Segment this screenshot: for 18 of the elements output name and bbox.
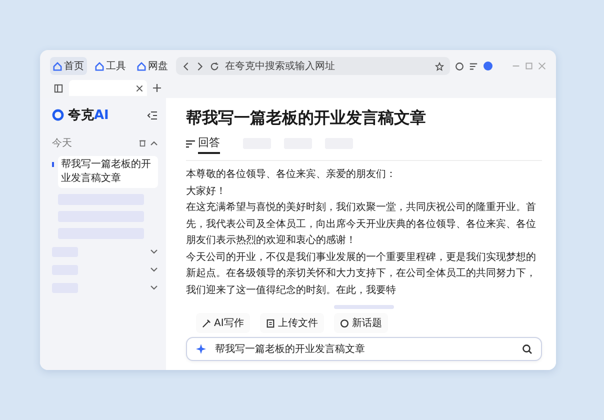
answer-paragraph: 大家好！ — [186, 184, 227, 198]
address-bar[interactable]: 在夸克中搜索或输入网址 — [176, 57, 450, 75]
history-item[interactable]: 帮我写一篇老板的开业发言稿文章 — [58, 156, 158, 188]
answer-tab[interactable]: 回答 — [198, 133, 220, 154]
nav-tab[interactable]: 首页 — [50, 57, 87, 75]
section-label: 今天 — [52, 137, 72, 150]
page-title: 帮我写一篇老板的开业发言稿文章 — [186, 108, 427, 129]
action-button[interactable]: AI写作 — [196, 313, 250, 333]
answer-paragraph: 今天公司的开业，不仅是我们事业发展的一个重要里程碑，更是我们实现梦想的新起点。在各级领导的亲切关怀和大力支持下，在公司全体员工的共同努力下，我们迎来了这一值得纪念的时刻。在此，我要特 — [186, 250, 537, 298]
answer-paragraph: 在这充满希望与喜悦的美好时刻，我们欢聚一堂，共同庆祝公司的隆重开业。首先，我代表公司及全体员工，向出席今天开业庆典的各位领导、各位来宾、各位朋友们表示热烈的欢迎和衷心的感谢！ — [186, 200, 537, 248]
address-field[interactable]: 在夸克中搜索或输入网址 — [225, 60, 429, 72]
chat-input-field[interactable]: 帮我写一篇老板的开业发言稿文章 — [186, 337, 542, 361]
logo-text: 夸克AI — [68, 107, 109, 124]
action-button[interactable]: 新话题 — [334, 313, 388, 333]
nav-tab[interactable]: 工具 — [92, 57, 129, 75]
action-button[interactable]: 上传文件 — [260, 313, 324, 333]
answer-paragraph: 本尊敬的各位领导、各位来宾、亲爱的朋友们： — [186, 168, 397, 182]
nav-tab[interactable]: 网盘 — [134, 57, 171, 75]
